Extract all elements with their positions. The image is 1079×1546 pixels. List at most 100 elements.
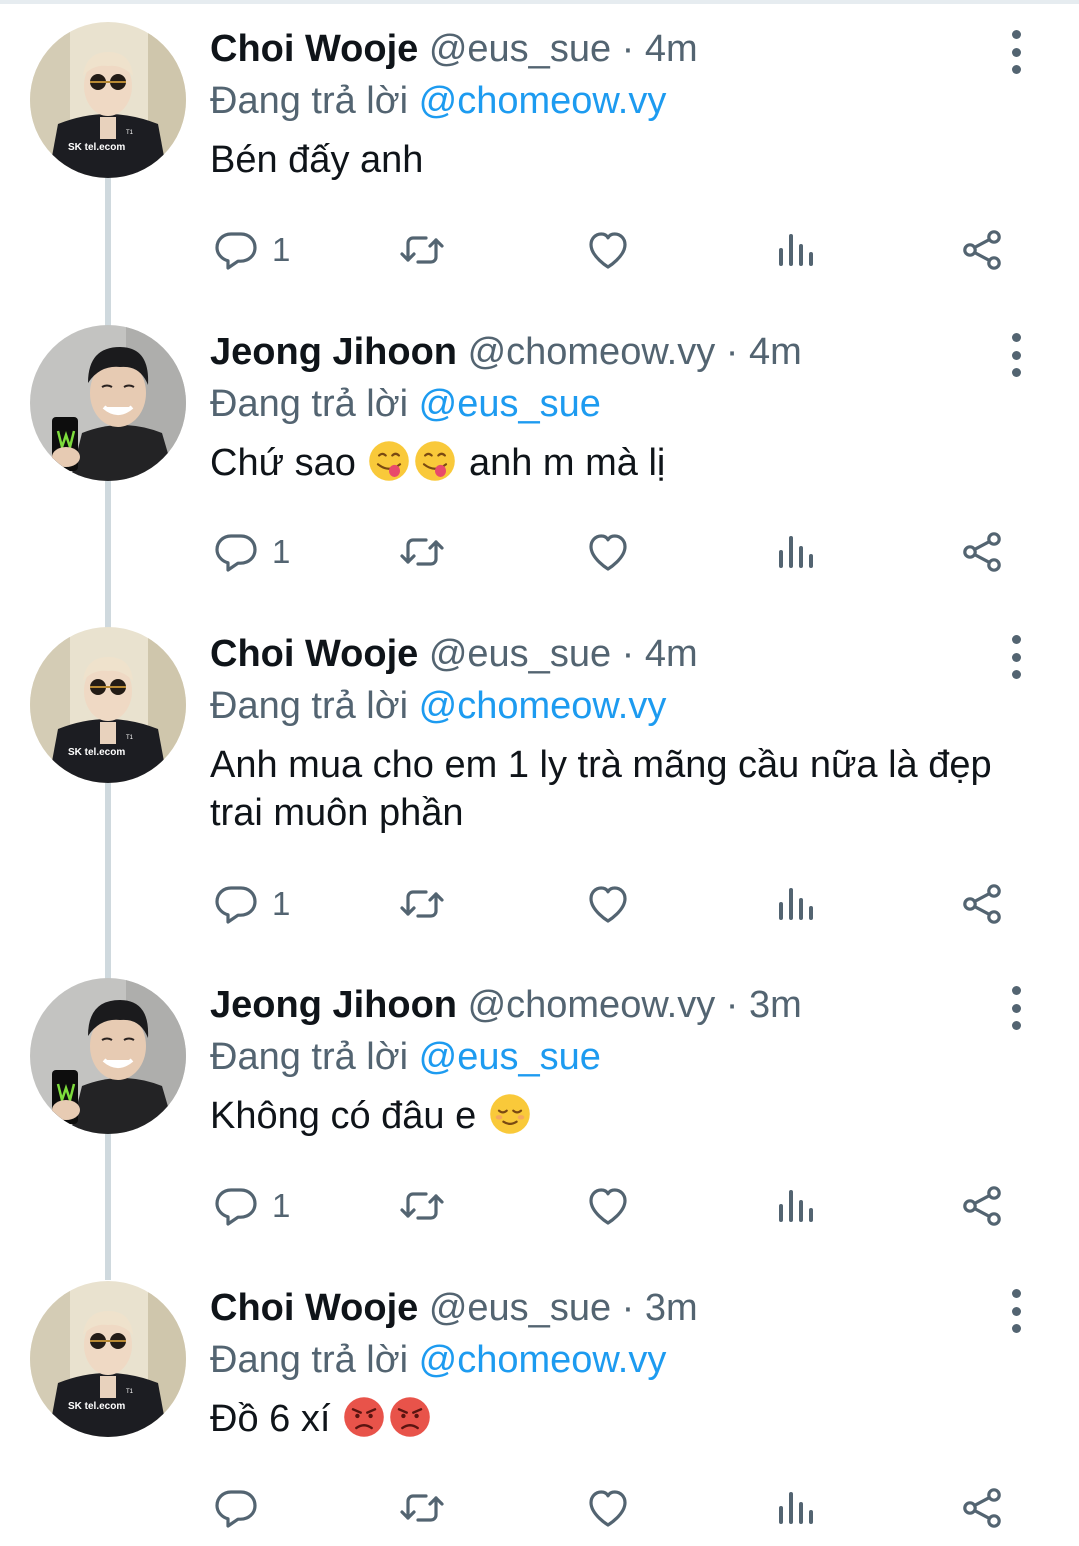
user-handle[interactable]: @chomeow.vy xyxy=(468,984,716,1026)
tweet-header: Choi Wooje @eus_sue · 3m xyxy=(210,1281,698,1335)
analytics-icon xyxy=(771,1484,819,1532)
more-dot xyxy=(1011,30,1021,39)
reply-button[interactable]: 1 xyxy=(212,874,290,934)
jeong-jihoon-avatar[interactable] xyxy=(30,325,186,481)
tweet[interactable]: Choi Wooje @eus_sue · 4m Đang trả lời @ch… xyxy=(0,627,1079,934)
retweet-icon xyxy=(398,880,446,928)
tweet[interactable]: Jeong Jihoon @chomeow.vy · 3m Đang trả lờ… xyxy=(0,978,1079,1236)
mention-link[interactable]: @chomeow.vy xyxy=(419,80,667,122)
reply-button[interactable] xyxy=(212,1478,272,1538)
replying-to: Đang trả lời @eus_sue xyxy=(210,1030,601,1084)
tweet-text-part: Không có đâu e xyxy=(210,1095,487,1137)
separator-dot: · xyxy=(725,984,739,1026)
replying-prefix: Đang trả lời xyxy=(210,1339,409,1381)
more-dot xyxy=(1011,1289,1021,1298)
tweet-text-part: Chứ sao xyxy=(210,442,367,484)
tweet-text: Đồ 6 xí xyxy=(210,1395,1010,1443)
display-name[interactable]: Choi Wooje xyxy=(210,28,418,70)
display-name[interactable]: Choi Wooje xyxy=(210,633,418,675)
replying-prefix: Đang trả lời xyxy=(210,383,409,425)
more-dot xyxy=(1011,986,1021,995)
reply-button[interactable]: 1 xyxy=(212,1176,290,1236)
share-icon xyxy=(958,880,1006,928)
mention-link[interactable]: @eus_sue xyxy=(419,1036,601,1078)
share-button[interactable] xyxy=(958,1176,1006,1236)
views-button[interactable] xyxy=(771,522,819,582)
more-dot xyxy=(1011,1003,1021,1013)
mention-link[interactable]: @eus_sue xyxy=(419,383,601,425)
reply-button[interactable]: 1 xyxy=(212,522,290,582)
more-vertical-icon[interactable] xyxy=(996,635,1036,679)
tweet-text-part: Bén đấy anh xyxy=(210,139,424,181)
more-vertical-icon[interactable] xyxy=(996,333,1036,377)
like-button[interactable] xyxy=(584,874,632,934)
tweet-text: Anh mua cho em 1 ly trà mãng cầu nữa là … xyxy=(210,741,1010,837)
choi-wooje-avatar[interactable] xyxy=(30,627,186,783)
choi-wooje-avatar[interactable] xyxy=(30,1281,186,1437)
retweet-button[interactable] xyxy=(398,220,446,280)
heart-icon xyxy=(584,1182,632,1230)
like-button[interactable] xyxy=(584,1176,632,1236)
separator-dot: · xyxy=(621,28,635,70)
display-name[interactable]: Jeong Jihoon xyxy=(210,984,457,1026)
analytics-icon xyxy=(771,880,819,928)
tweet-text-part: Đồ 6 xí xyxy=(210,1398,341,1440)
share-button[interactable] xyxy=(958,522,1006,582)
like-button[interactable] xyxy=(584,220,632,280)
share-button[interactable] xyxy=(958,1478,1006,1538)
heart-icon xyxy=(584,226,632,274)
mention-link[interactable]: @chomeow.vy xyxy=(419,685,667,727)
comment-icon xyxy=(212,528,260,576)
tweet[interactable]: Jeong Jihoon @chomeow.vy · 4m Đang trả lờ… xyxy=(0,325,1079,582)
like-button[interactable] xyxy=(584,522,632,582)
timestamp[interactable]: 3m xyxy=(645,1287,698,1329)
timestamp[interactable]: 4m xyxy=(749,331,802,373)
like-button[interactable] xyxy=(584,1478,632,1538)
views-button[interactable] xyxy=(771,220,819,280)
more-dot xyxy=(1011,350,1021,360)
reply-count: 1 xyxy=(272,885,291,922)
retweet-button[interactable] xyxy=(398,1176,446,1236)
display-name[interactable]: Choi Wooje xyxy=(210,1287,418,1329)
user-handle[interactable]: @eus_sue xyxy=(429,633,611,675)
separator-dot: · xyxy=(621,633,635,675)
timestamp[interactable]: 4m xyxy=(645,633,698,675)
timestamp[interactable]: 3m xyxy=(749,984,802,1026)
views-button[interactable] xyxy=(771,1478,819,1538)
choi-wooje-avatar[interactable] xyxy=(30,22,186,178)
user-handle[interactable]: @eus_sue xyxy=(429,28,611,70)
tweet-text: Không có đâu e xyxy=(210,1092,1010,1140)
retweet-button[interactable] xyxy=(398,874,446,934)
share-icon xyxy=(958,528,1006,576)
share-button[interactable] xyxy=(958,220,1006,280)
user-handle[interactable]: @chomeow.vy xyxy=(468,331,716,373)
more-dot xyxy=(1011,368,1021,377)
retweet-button[interactable] xyxy=(398,1478,446,1538)
angry-face-emoji xyxy=(342,1395,386,1439)
mention-link[interactable]: @chomeow.vy xyxy=(419,1339,667,1381)
views-button[interactable] xyxy=(771,1176,819,1236)
tweet[interactable]: Choi Wooje @eus_sue · 3m Đang trả lời @ch… xyxy=(0,1281,1079,1538)
share-icon xyxy=(958,1484,1006,1532)
retweet-button[interactable] xyxy=(398,522,446,582)
reply-button[interactable]: 1 xyxy=(212,220,290,280)
more-vertical-icon[interactable] xyxy=(996,1289,1036,1333)
more-dot xyxy=(1011,47,1021,57)
jeong-jihoon-avatar[interactable] xyxy=(30,978,186,1134)
tweet-header: Choi Wooje @eus_sue · 4m xyxy=(210,627,698,681)
replying-to: Đang trả lời @chomeow.vy xyxy=(210,1333,666,1387)
more-vertical-icon[interactable] xyxy=(996,986,1036,1030)
more-dot xyxy=(1011,1306,1021,1316)
share-button[interactable] xyxy=(958,874,1006,934)
comment-icon xyxy=(212,880,260,928)
more-vertical-icon[interactable] xyxy=(996,30,1036,74)
views-button[interactable] xyxy=(771,874,819,934)
tweet[interactable]: Choi Wooje @eus_sue · 4m Đang trả lời @ch… xyxy=(0,22,1079,280)
user-handle[interactable]: @eus_sue xyxy=(429,1287,611,1329)
display-name[interactable]: Jeong Jihoon xyxy=(210,331,457,373)
tweet-header: Jeong Jihoon @chomeow.vy · 4m xyxy=(210,325,802,379)
analytics-icon xyxy=(771,528,819,576)
timestamp[interactable]: 4m xyxy=(645,28,698,70)
tweet-text: Chứ sao anh m mà lị xyxy=(210,439,1010,487)
reply-count: 1 xyxy=(272,1187,291,1224)
